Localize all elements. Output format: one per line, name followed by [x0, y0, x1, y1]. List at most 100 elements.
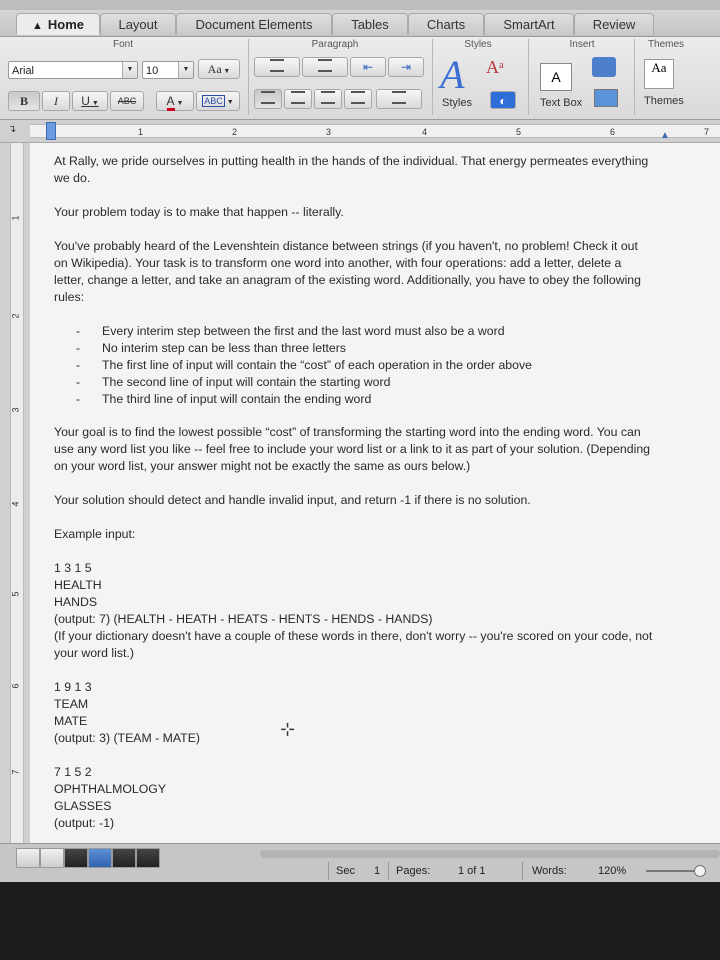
chevron-down-icon: ▼: [221, 67, 231, 75]
zoom-value[interactable]: 120%: [598, 862, 626, 880]
example-heading[interactable]: Example input:: [54, 526, 654, 543]
italic-button[interactable]: I: [42, 91, 70, 111]
tab-document-elements[interactable]: Document Elements: [176, 13, 332, 35]
tab-tables[interactable]: Tables: [332, 13, 408, 35]
home-icon: ▲: [31, 20, 43, 32]
example-line[interactable]: (output: 7) (HEALTH - HEATH - HEATS - HE…: [54, 611, 654, 628]
change-case-button[interactable]: Aa ▼: [198, 59, 240, 79]
example-line[interactable]: 1 9 1 3: [54, 679, 654, 696]
document-page[interactable]: At Rally, we pride ourselves in putting …: [30, 143, 720, 843]
group-styles-header: Styles: [464, 39, 492, 50]
highlight-label: ABC: [202, 95, 225, 107]
numbering-button[interactable]: [302, 57, 348, 77]
list-item[interactable]: The second line of input will contain th…: [54, 374, 654, 391]
draft-view-button[interactable]: [16, 848, 40, 868]
bullets-button[interactable]: [254, 57, 300, 77]
tab-home[interactable]: ▲ Home: [16, 13, 100, 35]
tab-smartart[interactable]: SmartArt: [484, 13, 574, 35]
separator: [528, 39, 529, 115]
ruler-mark: 4: [422, 127, 428, 137]
example-line[interactable]: HANDS: [54, 594, 654, 611]
justify-button[interactable]: [344, 89, 372, 109]
example-line[interactable]: 7 1 5 2: [54, 764, 654, 781]
indent-marker[interactable]: [46, 122, 56, 140]
align-right-button[interactable]: [314, 89, 342, 109]
example-line[interactable]: 1 3 1 5: [54, 560, 654, 577]
themes-gallery-button[interactable]: Aa: [644, 59, 674, 89]
tab-layout[interactable]: Layout: [100, 13, 176, 35]
status-bar: Sec 1 Pages: 1 of 1 Words: 120%: [0, 843, 720, 882]
example-line[interactable]: (output: 3) (TEAM - MATE): [54, 730, 654, 747]
print-layout-view-button[interactable]: [88, 848, 112, 868]
horizontal-ruler[interactable]: ↴ 1 2 3 4 5 6 7 ▲: [0, 120, 720, 143]
align-left-button[interactable]: [254, 89, 282, 109]
bold-button[interactable]: B: [8, 91, 40, 111]
list-item[interactable]: The first line of input will contain the…: [54, 357, 654, 374]
decrease-indent-button[interactable]: ⇤: [350, 57, 386, 77]
font-name-select[interactable]: Arial ▼: [8, 61, 138, 79]
align-center-button[interactable]: [284, 89, 312, 109]
tab-stop-icon[interactable]: ↴: [8, 124, 16, 135]
example-line[interactable]: MATE: [54, 713, 654, 730]
divider: [328, 862, 329, 880]
ruler-mark: 7: [704, 127, 710, 137]
chevron-down-icon: ▼: [224, 99, 234, 106]
list-item[interactable]: No interim step can be less than three l…: [54, 340, 654, 357]
styles-gallery-button[interactable]: A: [438, 53, 478, 97]
bold-label: B: [19, 94, 28, 108]
vruler-mark: 7: [10, 769, 21, 775]
text-effects-button[interactable]: Aᵃ: [486, 57, 504, 78]
example-line[interactable]: (If your dictionary doesn't have a coupl…: [54, 628, 654, 662]
strikethrough-button[interactable]: ABC: [110, 91, 144, 111]
font-color-label: A: [166, 94, 175, 111]
focus-view-button[interactable]: [136, 848, 160, 868]
line-spacing-button[interactable]: [376, 89, 422, 109]
example-line[interactable]: (output: -1): [54, 815, 654, 832]
paragraph-goal[interactable]: Your goal is to find the lowest possible…: [54, 424, 654, 475]
example-1: 1 3 1 5 HEALTH HANDS (output: 7) (HEALTH…: [54, 560, 654, 662]
tab-review[interactable]: Review: [574, 13, 654, 35]
increase-indent-button[interactable]: ⇥: [388, 57, 424, 77]
section-label: Sec: [336, 865, 355, 877]
chevron-down-icon: ▼: [178, 62, 193, 78]
list-item[interactable]: Every interim step between the first and…: [54, 323, 654, 340]
document-body[interactable]: At Rally, we pride ourselves in putting …: [54, 153, 654, 832]
separator: [634, 39, 635, 115]
right-indent-marker[interactable]: ▲: [660, 130, 670, 141]
paragraph-invalid[interactable]: Your solution should detect and handle i…: [54, 492, 654, 509]
underline-button[interactable]: U ▼: [72, 91, 108, 111]
horizontal-scrollbar[interactable]: [260, 850, 720, 858]
vruler-mark: 6: [10, 683, 21, 689]
notebook-view-button[interactable]: [112, 848, 136, 868]
paragraph-problem[interactable]: Your problem today is to make that happe…: [54, 204, 654, 221]
tab-review-label: Review: [592, 17, 636, 32]
text-box-button[interactable]: A: [540, 63, 572, 91]
example-line[interactable]: HEALTH: [54, 577, 654, 594]
example-line[interactable]: GLASSES: [54, 798, 654, 815]
vertical-ruler-track: [10, 143, 24, 843]
ribbon-tab-bar: ▲ Home Layout Document Elements Tables Ch…: [0, 10, 720, 37]
picture-button[interactable]: [594, 89, 618, 107]
outline-view-button[interactable]: [40, 848, 64, 868]
quick-styles-button[interactable]: ◐: [490, 91, 516, 109]
font-size-select[interactable]: 10 ▼: [142, 61, 194, 79]
shape-button[interactable]: [592, 57, 616, 77]
font-color-button[interactable]: A ▼: [156, 91, 194, 111]
divider: [388, 862, 389, 880]
font-name-value: Arial: [12, 65, 35, 77]
align-right-icon: [321, 91, 335, 104]
paragraph-intro[interactable]: At Rally, we pride ourselves in putting …: [54, 153, 654, 187]
example-line[interactable]: TEAM: [54, 696, 654, 713]
example-line[interactable]: OPHTHALMOLOGY: [54, 781, 654, 798]
text-box-label: Text Box: [540, 97, 583, 109]
pages-value: 1 of 1: [458, 865, 486, 877]
numbered-list-icon: [318, 59, 332, 72]
line-spacing-icon: [392, 91, 406, 104]
publishing-view-button[interactable]: [64, 848, 88, 868]
tab-charts[interactable]: Charts: [408, 13, 484, 35]
vertical-ruler: 1 2 3 4 5 6 7: [0, 143, 30, 843]
paragraph-task[interactable]: You've probably heard of the Levenshtein…: [54, 238, 654, 306]
list-item[interactable]: The third line of input will contain the…: [54, 391, 654, 408]
highlight-button[interactable]: ABC ▼: [196, 91, 240, 111]
zoom-slider-handle[interactable]: [694, 865, 706, 877]
